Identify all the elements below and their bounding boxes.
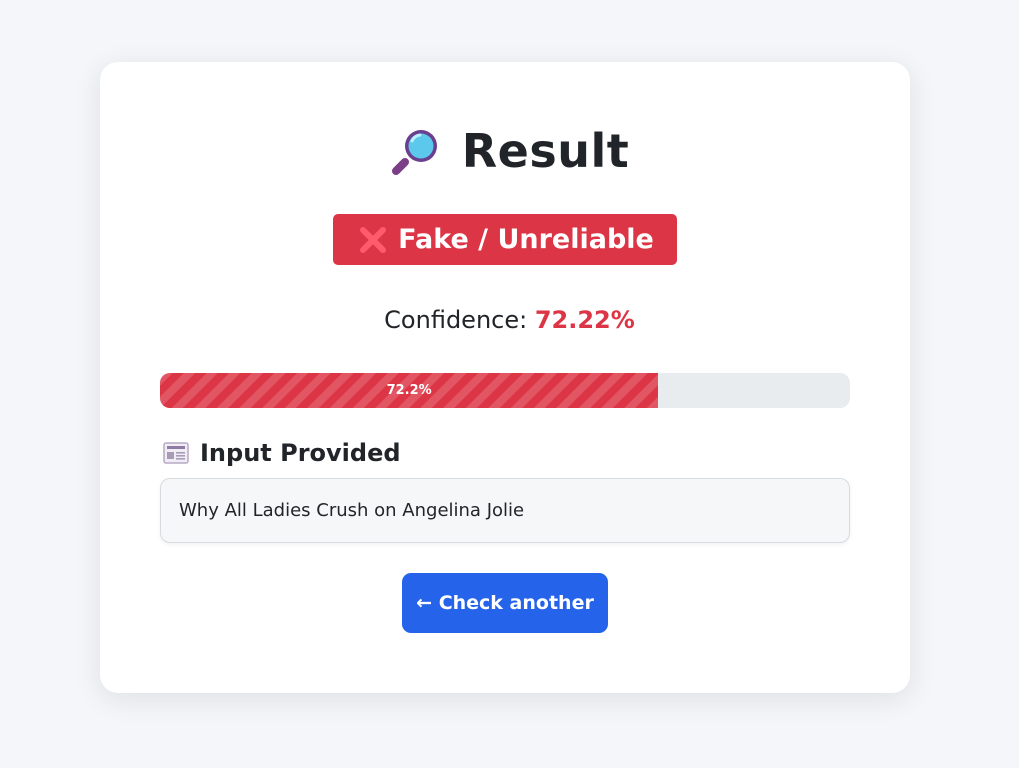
- verdict-badge: Fake / Unreliable: [333, 214, 677, 265]
- confidence-progress-bar: 72.2%: [160, 373, 850, 408]
- input-section-title: Input Provided: [200, 439, 401, 467]
- page-title: Result: [461, 124, 630, 178]
- check-another-button[interactable]: ← Check another: [402, 573, 608, 633]
- confidence-value: 72.22%: [534, 306, 635, 334]
- confidence-label: Confidence:: [384, 306, 528, 334]
- progress-label: 72.2%: [386, 383, 432, 398]
- cross-mark-icon: [358, 225, 388, 255]
- input-section-heading: Input Provided: [162, 436, 401, 470]
- input-provided-text: Why All Ladies Crush on Angelina Jolie: [179, 500, 525, 521]
- newspaper-icon: [162, 441, 190, 465]
- magnifying-glass-icon: [390, 125, 442, 177]
- confidence-progress-fill: 72.2%: [160, 373, 659, 408]
- input-provided-box: Why All Ladies Crush on Angelina Jolie: [160, 478, 850, 543]
- result-header: Result: [0, 118, 1019, 184]
- confidence-line: Confidence: 72.22%: [0, 306, 1019, 334]
- verdict-label: Fake / Unreliable: [398, 224, 654, 255]
